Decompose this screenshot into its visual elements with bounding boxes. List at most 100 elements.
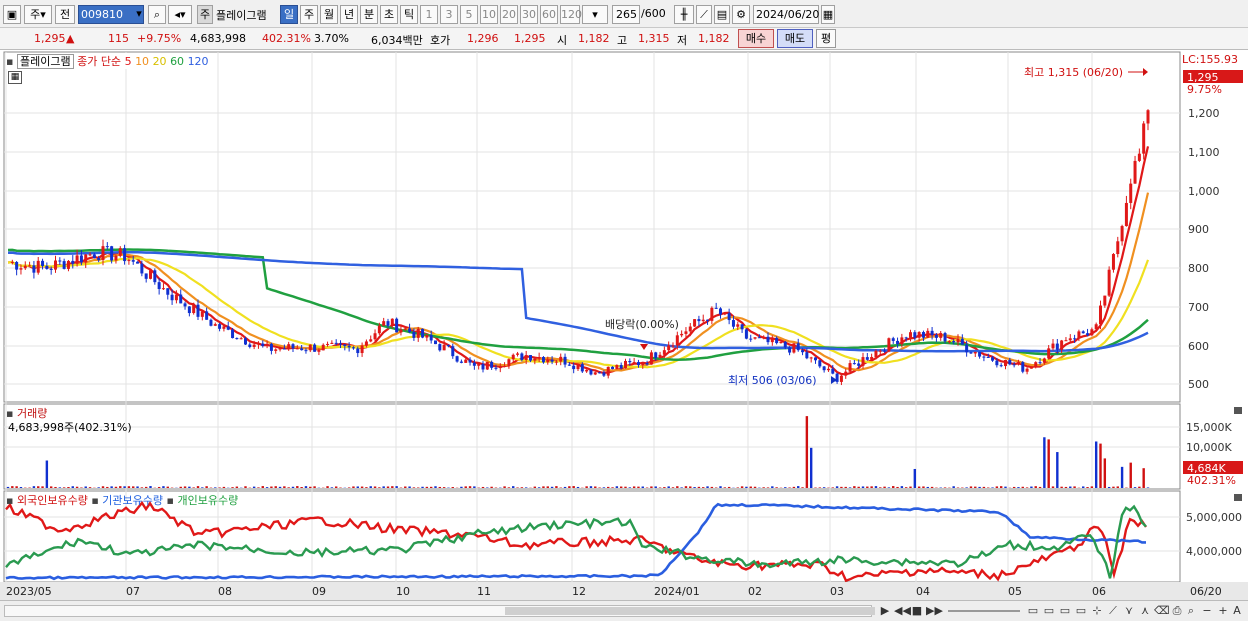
holdings-maximize-icon[interactable] bbox=[1234, 494, 1242, 501]
ma-5-label[interactable]: 5 bbox=[125, 55, 132, 68]
sell-button[interactable]: 매도 bbox=[777, 29, 813, 48]
gear-icon[interactable]: ⚙ bbox=[732, 5, 750, 24]
buy-button[interactable]: 매수 bbox=[738, 29, 774, 48]
draw-icon[interactable]: ⟋ bbox=[696, 5, 712, 24]
ma-10-label[interactable]: 10 bbox=[135, 55, 149, 68]
interval-10[interactable]: 10 bbox=[480, 5, 498, 24]
ma-120-label[interactable]: 120 bbox=[188, 55, 209, 68]
interval-120[interactable]: 120 bbox=[560, 5, 582, 24]
interval-custom-select[interactable]: ▾ bbox=[582, 5, 608, 24]
volume-bar bbox=[706, 486, 709, 488]
candle-body bbox=[503, 365, 507, 367]
candle-body bbox=[671, 345, 675, 347]
volume-bar bbox=[900, 486, 904, 488]
scroll-fast-forward-icon[interactable]: ▶▶ bbox=[926, 604, 943, 618]
layout-3-icon[interactable]: ▭ bbox=[1058, 604, 1072, 618]
layout-2-icon[interactable]: ▭ bbox=[1042, 604, 1056, 618]
print-icon[interactable]: ⎙ bbox=[1170, 604, 1184, 618]
candle-body bbox=[909, 332, 912, 338]
interval-20[interactable]: 20 bbox=[500, 5, 518, 24]
period-tab-month[interactable]: 월 bbox=[320, 5, 338, 24]
period-tab-second[interactable]: 초 bbox=[380, 5, 398, 24]
volume-bar bbox=[801, 487, 804, 488]
candle-body bbox=[593, 372, 597, 375]
evaluate-button[interactable]: 평 bbox=[816, 29, 836, 48]
scrollbar-thumb[interactable] bbox=[505, 607, 875, 615]
date-input[interactable]: 2024/06/20 bbox=[753, 5, 819, 24]
foreign-holdings-label[interactable]: 외국인보유수량 bbox=[17, 494, 88, 507]
individual-holdings-label[interactable]: 개인보유수량 bbox=[177, 494, 238, 507]
volume-bar bbox=[861, 486, 865, 488]
period-tab-week[interactable]: 주 bbox=[300, 5, 318, 24]
period-tab-year[interactable]: 년 bbox=[340, 5, 358, 24]
stock-chart[interactable]: 최고 1,315 (06/20) 최저 506 (03/06) 배당락(0.00… bbox=[0, 50, 1248, 600]
candle-body bbox=[891, 338, 895, 341]
layout-4-icon[interactable]: ▭ bbox=[1074, 604, 1088, 618]
candle-icon[interactable]: ╫ bbox=[674, 5, 694, 24]
layout-1-icon[interactable]: ▭ bbox=[1026, 604, 1040, 618]
candle-body bbox=[1146, 110, 1150, 124]
scroll-right-icon[interactable]: ▶ bbox=[878, 604, 892, 618]
market-type-select[interactable]: 주▾ bbox=[24, 5, 52, 24]
font-size-icon[interactable]: A bbox=[1230, 604, 1244, 618]
zoom-slider[interactable] bbox=[948, 610, 1020, 612]
candle-body bbox=[395, 318, 399, 333]
zoom-in-icon[interactable]: + bbox=[1216, 604, 1230, 618]
interval-1[interactable]: 1 bbox=[420, 5, 438, 24]
volume-bar bbox=[149, 486, 152, 488]
candle-body bbox=[1042, 358, 1046, 363]
stop-icon[interactable]: ■ bbox=[910, 604, 924, 618]
speaker-icon[interactable]: ◂▾ bbox=[168, 5, 192, 24]
candle-body bbox=[490, 361, 494, 368]
volume-bar bbox=[809, 447, 813, 488]
volume-bar bbox=[291, 486, 295, 488]
volume-maximize-icon[interactable] bbox=[1234, 407, 1242, 414]
volume-bar bbox=[978, 486, 981, 488]
trendline-icon[interactable]: ⟋ bbox=[1106, 604, 1120, 618]
code-dropdown-icon[interactable]: ▾ bbox=[132, 5, 146, 24]
period-tab-minute[interactable]: 분 bbox=[360, 5, 378, 24]
calendar-icon[interactable]: ▦ bbox=[821, 5, 835, 24]
volume-bar bbox=[54, 486, 57, 488]
crosshair-icon[interactable]: ⊹ bbox=[1090, 604, 1104, 618]
period-tab-day[interactable]: 일 bbox=[280, 5, 298, 24]
calculator-icon[interactable]: ▦ bbox=[8, 71, 22, 84]
scroll-fast-back-icon[interactable]: ◀◀ bbox=[894, 604, 911, 618]
count-input[interactable]: 265 bbox=[612, 5, 640, 24]
period-tab-tick[interactable]: 틱 bbox=[400, 5, 418, 24]
magnifier-icon[interactable]: ⌕ bbox=[1184, 604, 1198, 618]
ma-20-label[interactable]: 20 bbox=[153, 55, 167, 68]
ma-60-label[interactable]: 60 bbox=[170, 55, 184, 68]
fib-icon[interactable]: ⋎ bbox=[1122, 604, 1136, 618]
zoom-out-icon[interactable]: − bbox=[1200, 604, 1214, 618]
interval-60[interactable]: 60 bbox=[540, 5, 558, 24]
volume-bar bbox=[1030, 486, 1033, 488]
interval-30[interactable]: 30 bbox=[520, 5, 538, 24]
candle-body bbox=[1099, 305, 1102, 325]
candle-body bbox=[1081, 331, 1085, 334]
volume-bar bbox=[879, 487, 882, 488]
candle-body bbox=[736, 324, 740, 327]
candle-body bbox=[723, 313, 727, 315]
candle-body bbox=[71, 260, 75, 264]
institution-holdings-label[interactable]: 기관보유수량 bbox=[102, 494, 163, 507]
search-icon[interactable]: ⌕ bbox=[148, 5, 166, 24]
candle-body bbox=[149, 270, 152, 279]
layout-icon[interactable]: ▣ bbox=[3, 5, 21, 24]
low-price: 1,182 bbox=[698, 32, 730, 45]
candle-body bbox=[295, 348, 299, 350]
candle-body bbox=[701, 319, 705, 322]
candle-body bbox=[788, 347, 792, 353]
price-panel-title[interactable]: 플레이그램 bbox=[16, 54, 74, 69]
candle-body bbox=[675, 335, 679, 346]
save-icon[interactable]: ▤ bbox=[714, 5, 730, 24]
market-all-button[interactable]: 전 bbox=[55, 5, 75, 24]
candle-body bbox=[978, 351, 982, 357]
current-pct-axis-label: 9.75% bbox=[1187, 83, 1222, 96]
chart-scrollbar[interactable] bbox=[4, 605, 875, 617]
eraser-icon[interactable]: ⌫ bbox=[1154, 604, 1170, 618]
interval-3[interactable]: 3 bbox=[440, 5, 458, 24]
interval-5[interactable]: 5 bbox=[460, 5, 478, 24]
candle-body bbox=[131, 260, 135, 262]
wave-icon[interactable]: ⋏ bbox=[1138, 604, 1152, 618]
